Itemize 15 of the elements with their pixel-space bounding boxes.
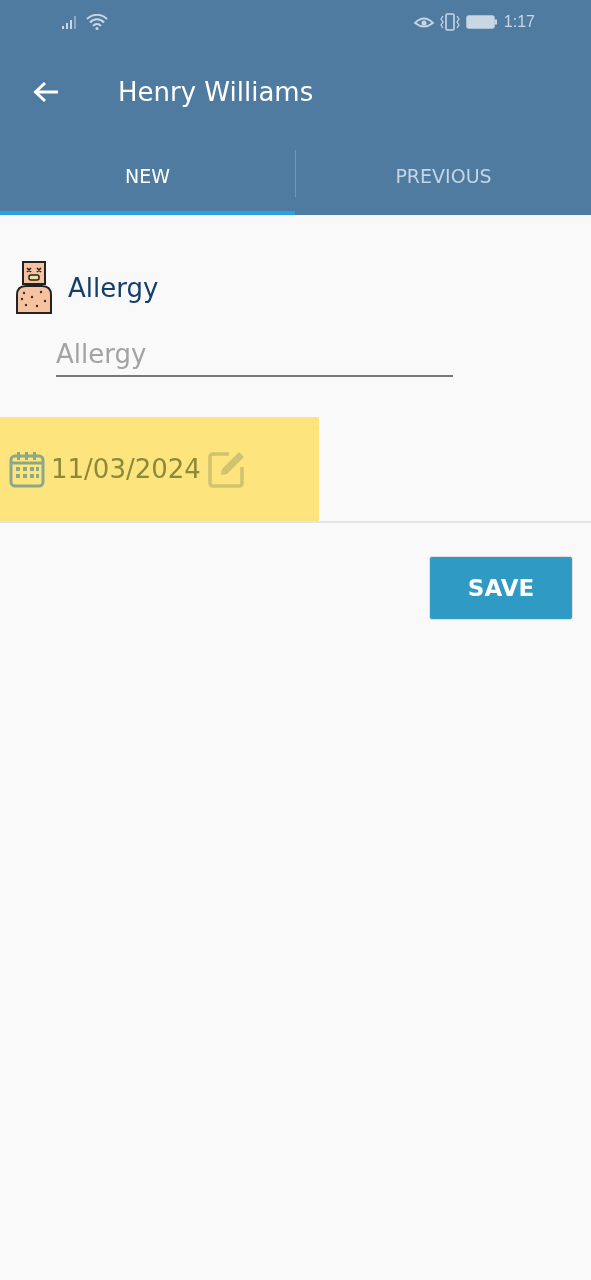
- back-arrow-icon[interactable]: [32, 80, 60, 104]
- eye-icon: [413, 15, 434, 29]
- wifi-icon: [86, 14, 108, 30]
- clock-time: 1:17: [503, 13, 535, 31]
- tab[interactable]: NEW: [0, 140, 295, 215]
- allergic-person-icon: [14, 261, 54, 315]
- calendar-icon: [9, 450, 45, 488]
- allergy-input-field[interactable]: Allergy: [56, 335, 453, 377]
- section-title: Allergy: [68, 273, 159, 303]
- vibrate-icon: [439, 13, 460, 31]
- patient-name: Henry Williams: [118, 77, 314, 107]
- save-button[interactable]: SAVE: [429, 556, 573, 620]
- date-field[interactable]: 11/03/2024: [0, 417, 319, 521]
- tab[interactable]: PREVIOUS: [296, 140, 591, 215]
- battery-icon: [465, 14, 498, 30]
